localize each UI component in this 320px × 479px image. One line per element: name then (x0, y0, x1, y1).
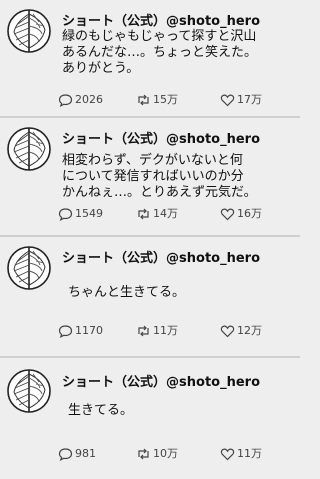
tweet-text: 生きてる。 (68, 403, 134, 418)
display-name[interactable]: ショート（公式） (62, 251, 166, 266)
handle[interactable]: @shoto_hero (166, 14, 260, 29)
retweet-count: 15万 (153, 93, 178, 106)
speech-bubble-icon (58, 208, 73, 221)
like-count: 16万 (237, 207, 262, 220)
heart-icon (220, 448, 235, 461)
retweet-arrows-icon (138, 448, 149, 460)
like-count: 11万 (237, 447, 262, 460)
tweet-header: ショート（公式）@shoto_hero (62, 247, 260, 266)
heart-icon (220, 325, 235, 338)
display-name[interactable]: ショート（公式） (62, 375, 166, 390)
display-name[interactable]: ショート（公式） (62, 14, 166, 29)
like-count: 12万 (237, 324, 262, 337)
handle[interactable]: @shoto_hero (166, 251, 260, 266)
speech-bubble-icon (58, 94, 73, 107)
reply-count: 981 (75, 447, 96, 460)
reply-count: 1170 (75, 324, 103, 337)
speech-bubble-icon (58, 325, 73, 338)
avatar[interactable] (6, 368, 52, 414)
retweet-arrows-icon (138, 208, 149, 220)
retweet-arrows-icon (138, 325, 149, 337)
reply-count: 1549 (75, 207, 103, 220)
tweet-card[interactable]: ショート（公式）@shoto_hero ちゃんと生きてる。 1170 11万 1… (0, 237, 300, 358)
handle[interactable]: @shoto_hero (166, 375, 260, 390)
tweet-card[interactable]: ショート（公式）@shoto_hero 生きてる。 981 10万 11万 (0, 358, 300, 479)
tweet-header: ショート（公式）@shoto_hero (62, 371, 260, 390)
tweet-card[interactable]: ショート（公式）@shoto_hero 相変わらず、デクがいないと何 について発… (0, 118, 300, 237)
heart-icon (220, 208, 235, 221)
retweet-arrows-icon (138, 94, 149, 106)
retweet-count: 10万 (153, 447, 178, 460)
retweet-count: 14万 (153, 207, 178, 220)
handle[interactable]: @shoto_hero (166, 132, 260, 147)
avatar[interactable] (6, 126, 52, 172)
tweet-feed: ショート（公式）@shoto_hero 緑のもじゃもじゃって探すと沢山 あるんだ… (0, 0, 300, 479)
tweet-text: ちゃんと生きてる。 (68, 285, 186, 300)
tweet-header: ショート（公式）@shoto_hero (62, 128, 260, 147)
heart-icon (220, 94, 235, 107)
avatar[interactable] (6, 8, 52, 54)
speech-bubble-icon (58, 448, 73, 461)
retweet-count: 11万 (153, 324, 178, 337)
display-name[interactable]: ショート（公式） (62, 132, 166, 147)
reply-count: 2026 (75, 93, 103, 106)
tweet-card[interactable]: ショート（公式）@shoto_hero 緑のもじゃもじゃって探すと沢山 あるんだ… (0, 0, 300, 118)
tweet-header: ショート（公式）@shoto_hero (62, 10, 260, 29)
avatar[interactable] (6, 245, 52, 291)
like-count: 17万 (237, 93, 262, 106)
tweet-text: 相変わらず、デクがいないと何 について発信すればいいのか分 かんねぇ…。とりあえ… (62, 153, 257, 200)
tweet-text: 緑のもじゃもじゃって探すと沢山 あるんだな…。ちょっと笑えた。 ありがとう。 (62, 29, 258, 76)
